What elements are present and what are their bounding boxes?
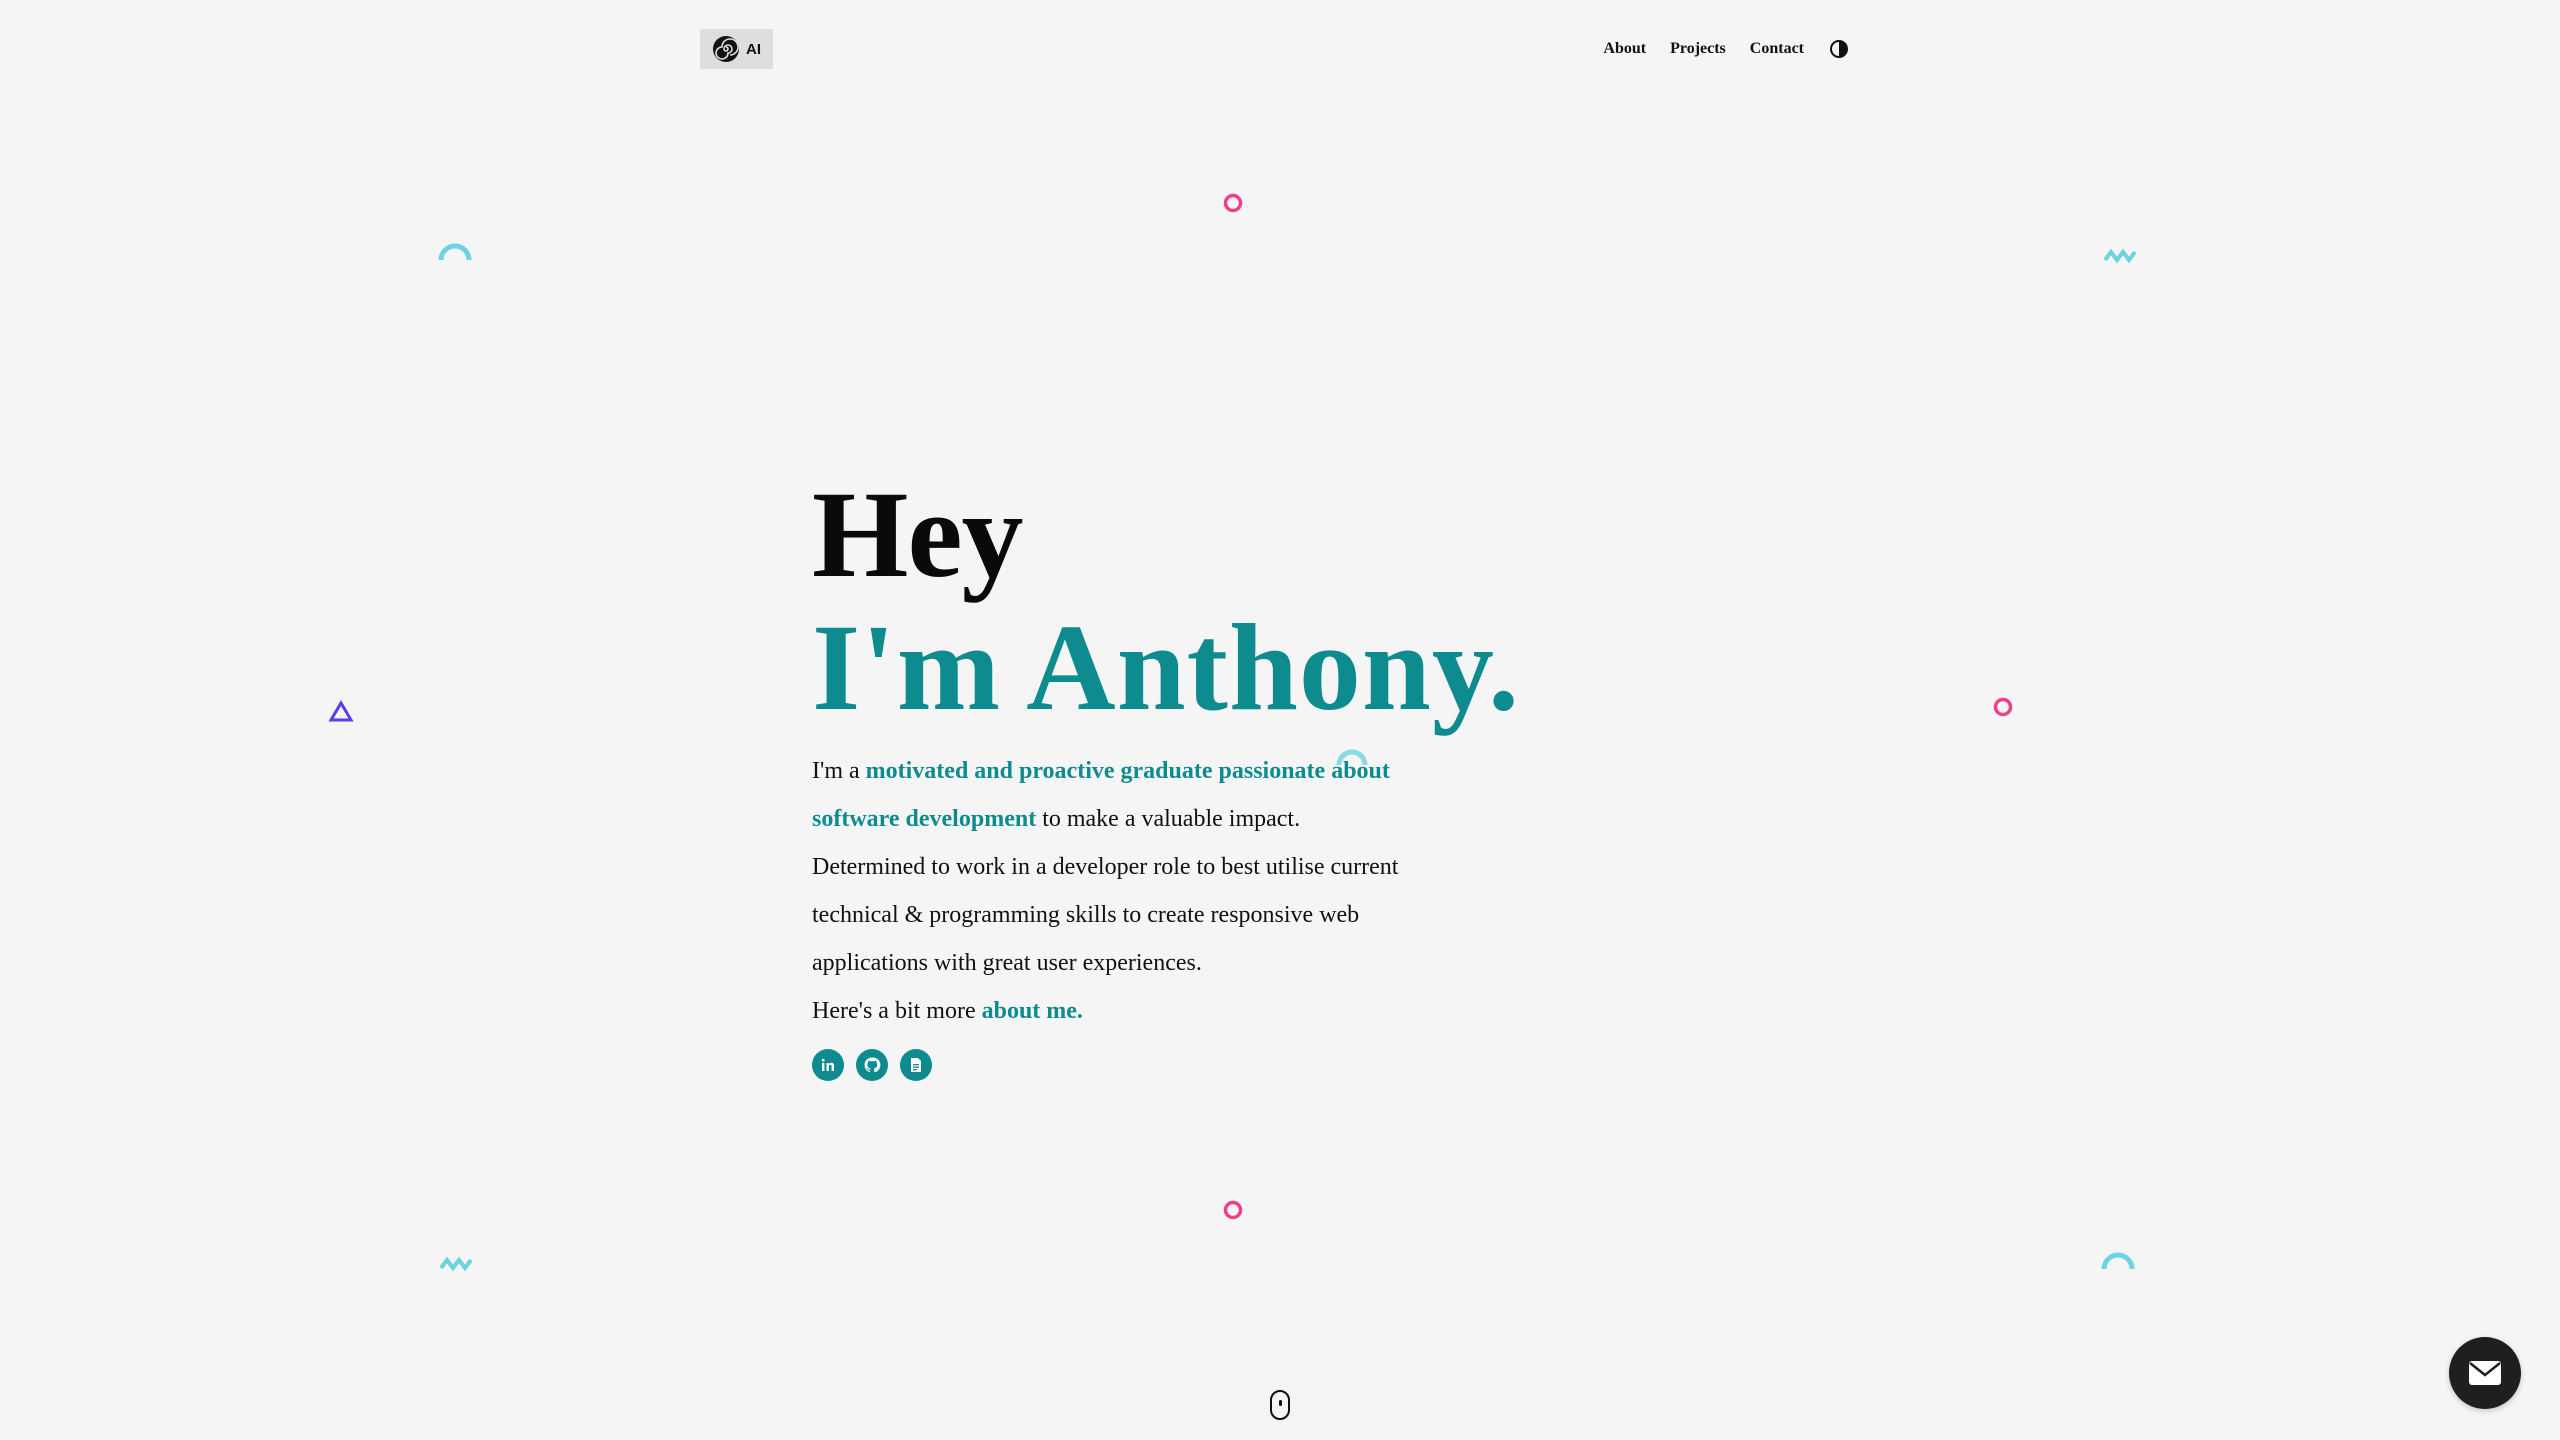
social-links xyxy=(812,1049,1532,1081)
mail-button[interactable] xyxy=(2449,1337,2521,1409)
triangle-decoration xyxy=(328,700,354,722)
circle-decoration xyxy=(1223,193,1243,213)
site-header: AI About Projects Contact xyxy=(700,29,1850,69)
main-nav: About Projects Contact xyxy=(1603,38,1850,60)
mail-icon xyxy=(2469,1361,2501,1385)
nav-about[interactable]: About xyxy=(1603,40,1646,58)
github-icon xyxy=(864,1057,881,1073)
mouse-scroll-icon[interactable] xyxy=(1270,1390,1290,1420)
bio-intro-suffix: to make a valuable impact. xyxy=(1036,806,1301,832)
page: AI About Projects Contact Hey I'm Anthon… xyxy=(0,0,2560,1440)
bio-intro-prefix: I'm a xyxy=(812,758,866,784)
zigzag-decoration xyxy=(439,1256,473,1272)
nav-projects[interactable]: Projects xyxy=(1670,40,1726,58)
linkedin-button[interactable] xyxy=(812,1049,844,1081)
theme-toggle-button[interactable] xyxy=(1828,38,1850,60)
hero-bio: I'm a motivated and proactive graduate p… xyxy=(812,747,1422,1035)
resume-icon xyxy=(911,1058,921,1072)
bio-intro: I'm a motivated and proactive graduate p… xyxy=(812,747,1422,843)
nav-contact[interactable]: Contact xyxy=(1750,40,1804,58)
contrast-icon xyxy=(1830,40,1848,58)
circle-decoration xyxy=(1223,1200,1243,1220)
linkedin-icon xyxy=(821,1058,834,1071)
resume-button[interactable] xyxy=(900,1049,932,1081)
arc-decoration xyxy=(2101,1252,2135,1270)
logo[interactable]: AI xyxy=(700,29,773,69)
spiral-logo-icon xyxy=(713,36,739,62)
bio-goal: Determined to work in a developer role t… xyxy=(812,854,1399,976)
logo-text: AI xyxy=(746,40,761,58)
hero-greeting: Hey xyxy=(812,466,1024,603)
hero-name: I'm Anthony. xyxy=(812,599,1521,736)
bio-more-prefix: Here's a bit more xyxy=(812,998,982,1024)
circle-decoration xyxy=(1993,697,2013,717)
hero-section: Hey I'm Anthony. I'm a motivated and pro… xyxy=(812,470,1532,1081)
arc-decoration xyxy=(438,243,472,261)
about-me-link[interactable]: about me. xyxy=(982,998,1083,1024)
zigzag-decoration xyxy=(2103,248,2137,264)
github-button[interactable] xyxy=(856,1049,888,1081)
bio-more: Here's a bit more about me. xyxy=(812,987,1422,1035)
